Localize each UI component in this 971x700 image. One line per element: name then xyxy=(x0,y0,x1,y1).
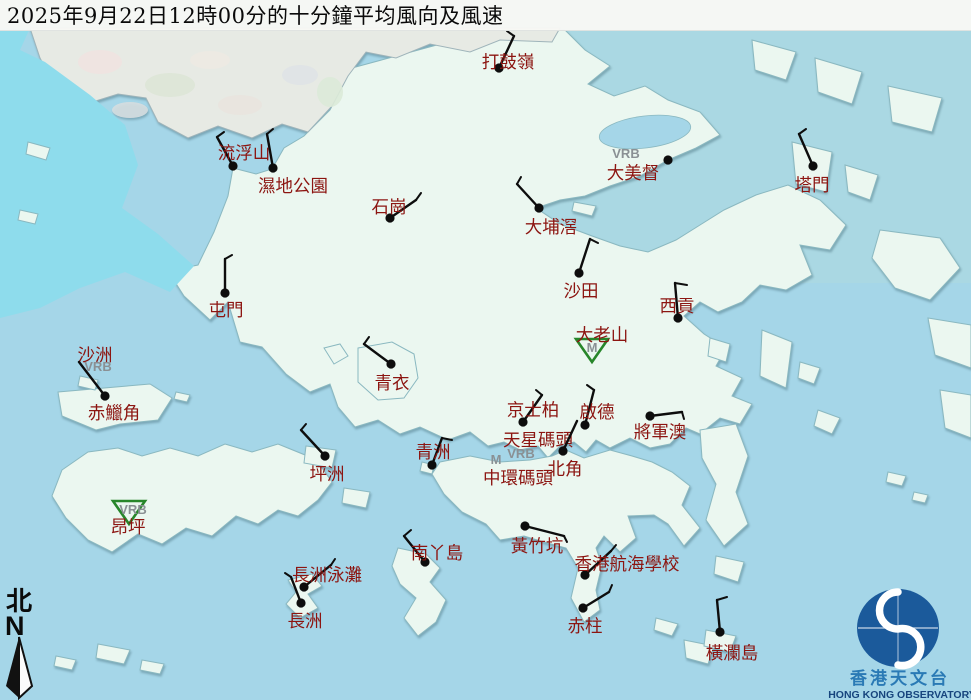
station-label: 黃竹坑 xyxy=(511,537,564,557)
wind-status-m: M xyxy=(491,452,502,467)
station-dot xyxy=(808,161,817,170)
urban-patch xyxy=(145,73,195,97)
station-label: 橫瀾島 xyxy=(706,644,759,664)
urban-patch xyxy=(282,65,318,85)
station-dot xyxy=(100,391,109,400)
station-dot xyxy=(715,627,724,636)
station-label: 昂坪 xyxy=(111,518,146,538)
station-dot xyxy=(574,268,583,277)
station-label: 屯門 xyxy=(209,301,244,321)
title-bar: 2025年9月22日12時00分的十分鐘平均風向及風速 xyxy=(0,0,971,31)
station-label: 沙田 xyxy=(564,282,599,302)
station-label: 石崗 xyxy=(372,198,407,218)
station-label: 京士柏 xyxy=(507,401,560,421)
station-label: 塔門 xyxy=(795,176,830,196)
urban-patch xyxy=(112,102,148,118)
station-label: 西貢 xyxy=(660,297,695,317)
station-label: 長洲泳灘 xyxy=(292,566,362,586)
station-dot xyxy=(534,203,543,212)
hong-kong-map: 打鼓嶺流浮山濕地公園石崗 VRB 大美督塔門大埔滘沙田西貢 屯門 VRB 沙洲赤鱲角 青衣 M… xyxy=(0,0,971,700)
urban-patch xyxy=(190,51,230,69)
station-label: 大埔滘 xyxy=(525,218,578,238)
station-dot xyxy=(520,521,529,530)
hko-logo-chinese: 香港天文台 xyxy=(850,668,950,689)
station-label: 青衣 xyxy=(375,374,410,394)
station-label: 香港航海學校 xyxy=(575,555,680,575)
station-ngong-ping: VRB昂坪 xyxy=(111,501,147,538)
station-dot xyxy=(220,288,229,297)
urban-patch xyxy=(78,50,122,74)
station-label: 大美督 xyxy=(607,164,660,184)
urban-patch xyxy=(218,95,262,115)
station-label: 北角 xyxy=(548,460,583,480)
station-label: 啟德 xyxy=(580,403,615,423)
station-label: 沙洲 xyxy=(78,346,113,366)
station-label: 南丫島 xyxy=(411,544,464,564)
station-label: 將軍澳 xyxy=(634,423,687,443)
station-label: 濕地公園 xyxy=(258,177,328,197)
station-label: 赤鱲角 xyxy=(88,404,141,424)
compass-north-letter: N xyxy=(5,611,25,641)
wind-status-vrb: VRB xyxy=(612,146,639,161)
station-label: 流浮山 xyxy=(218,144,271,164)
station-dot xyxy=(320,451,329,460)
station-dot xyxy=(296,598,305,607)
station-dot xyxy=(645,411,654,420)
wind-map-screen: 打鼓嶺流浮山濕地公園石崗 VRB 大美督塔門大埔滘沙田西貢 屯門 VRB 沙洲赤鱲角 青衣 M… xyxy=(0,0,971,700)
station-label: 青洲 xyxy=(416,443,451,463)
station-label: 中環碼頭 xyxy=(483,469,553,489)
station-label: 長洲 xyxy=(288,612,323,632)
station-dot xyxy=(268,163,277,172)
station-dot xyxy=(578,603,587,612)
station-label: 大老山 xyxy=(576,326,629,346)
station-dot xyxy=(386,359,395,368)
station-label: 赤柱 xyxy=(568,617,603,637)
urban-patch xyxy=(317,77,343,107)
hko-logo-english: HONG KONG OBSERVATORY xyxy=(828,689,971,700)
map-title: 2025年9月22日12時00分的十分鐘平均風向及風速 xyxy=(0,0,503,30)
station-dot xyxy=(558,446,567,455)
wind-status-vrb: VRB xyxy=(119,502,146,517)
station-label: 打鼓嶺 xyxy=(482,53,535,73)
station-label: 坪洲 xyxy=(310,465,345,485)
station-dot xyxy=(663,155,672,164)
